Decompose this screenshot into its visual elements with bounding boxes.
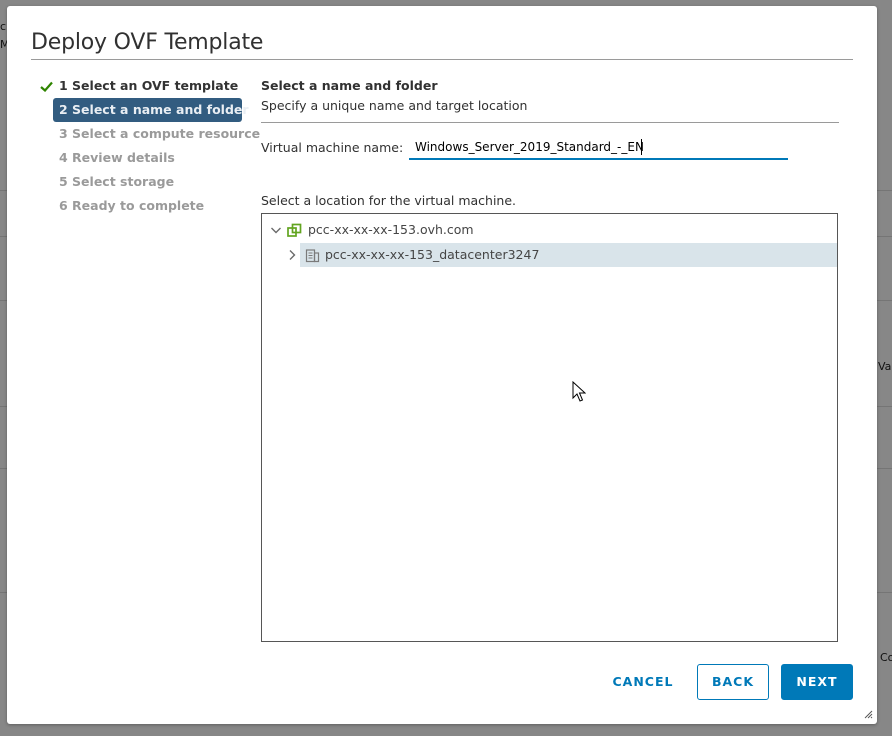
wizard-steps: 1 Select an OVF template 2 Select a name… [37,74,260,218]
step-label: 5 Select storage [59,174,175,189]
step-select-compute-resource[interactable]: 3 Select a compute resource [37,122,260,146]
mouse-pointer-icon [572,381,586,402]
step-content-header: Select a name and folder Specify a uniqu… [261,78,839,113]
resize-handle-icon[interactable] [864,710,873,719]
section-title: Select a name and folder [261,78,438,93]
step-label: 1 Select an OVF template [59,78,239,93]
step-label: 2 Select a name and folder [59,102,249,117]
check-icon [39,74,53,98]
vcenter-icon [287,223,302,237]
section-subtitle: Specify a unique name and target locatio… [261,98,528,113]
step-review-details[interactable]: 4 Review details [37,146,247,170]
step-label: 3 Select a compute resource [59,126,261,141]
location-tree[interactable]: pcc-xx-xx-xx-153.ovh.com pcc-xx-xx-xx-15… [261,213,838,642]
step-select-name-and-folder[interactable]: 2 Select a name and folder [53,98,249,122]
step-label: 6 Ready to complete [59,198,205,213]
back-button[interactable]: BACK [697,664,769,700]
tree-node-datacenter[interactable]: pcc-xx-xx-xx-153_datacenter3247 [289,243,837,267]
vm-name-label: Virtual machine name: [261,140,404,155]
tree-node-label: pcc-xx-xx-xx-153.ovh.com [308,222,474,237]
dialog-title: Deploy OVF Template [31,30,264,55]
chevron-right-icon[interactable] [286,249,298,261]
step-select-storage[interactable]: 5 Select storage [37,170,247,194]
vm-name-input[interactable] [409,135,788,160]
datacenter-icon [305,249,320,263]
text-cursor [641,139,642,155]
chevron-down-icon[interactable] [270,224,282,236]
cancel-button[interactable]: CANCEL [603,664,683,700]
content-divider [261,122,839,123]
title-divider [31,59,853,60]
step-select-ovf-template[interactable]: 1 Select an OVF template [37,74,247,98]
tree-node-label: pcc-xx-xx-xx-153_datacenter3247 [325,247,540,262]
tree-node-vcenter[interactable]: pcc-xx-xx-xx-153.ovh.com [262,218,837,242]
location-label: Select a location for the virtual machin… [261,193,517,208]
step-label: 4 Review details [59,150,175,165]
deploy-ovf-dialog: Deploy OVF Template 1 Select an OVF temp… [7,6,877,724]
next-button[interactable]: NEXT [781,664,853,700]
step-ready-to-complete[interactable]: 6 Ready to complete [37,194,247,218]
